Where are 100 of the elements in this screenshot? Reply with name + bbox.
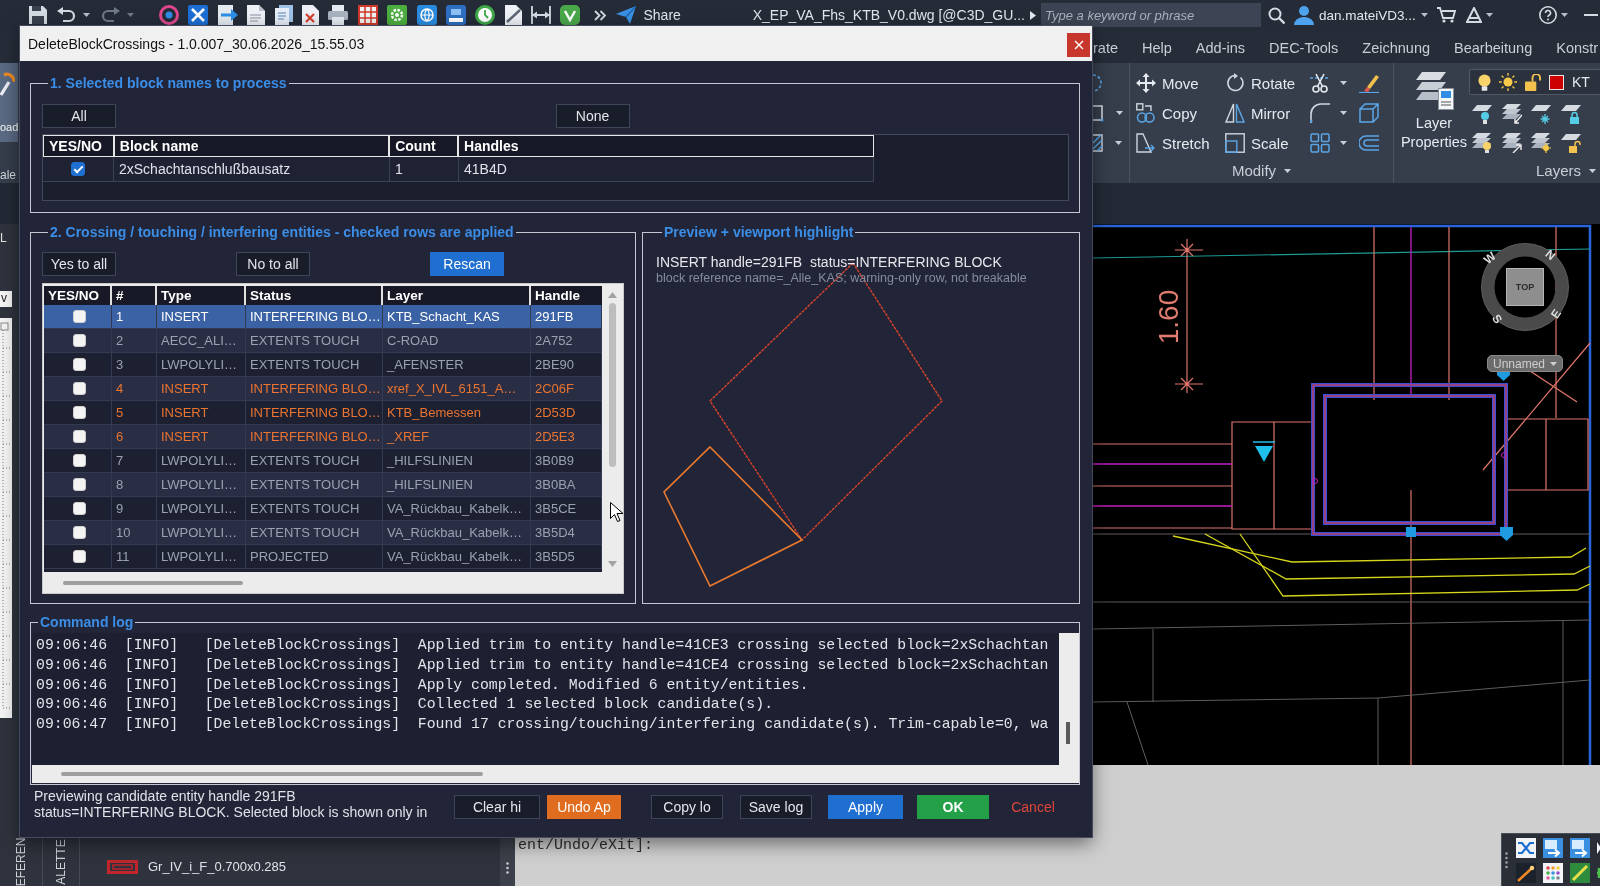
diagonal-tile-icon[interactable] <box>1570 862 1590 883</box>
layers-arrow-icon[interactable] <box>1501 104 1522 124</box>
no-to-all-button[interactable]: No to all <box>236 252 310 276</box>
redo-icon[interactable] <box>101 7 120 23</box>
table-row[interactable]: 10 LWPOLYLI… EXTENTS TOUCH VA_Rückbau_Kabelk… 3B5D4 <box>44 521 602 545</box>
grip-dots-icon[interactable] <box>506 862 509 874</box>
viewcube-face[interactable]: TOP <box>1506 268 1544 306</box>
scrollbar-thumb[interactable] <box>61 772 483 776</box>
layer-bulb-icon[interactable] <box>1472 104 1492 124</box>
table-row[interactable]: 5 INSERT INTERFERING BLO… KTB_Bemessen 2D53D <box>44 401 602 425</box>
ribbon-tab[interactable]: Help <box>1142 34 1172 63</box>
caret-icon[interactable] <box>1561 13 1568 17</box>
sheet-icon[interactable] <box>274 5 293 25</box>
tool-button[interactable]: Move <box>1136 73 1199 93</box>
ribbon-tab[interactable]: Bearbeitung <box>1454 34 1533 63</box>
import-arrow-icon[interactable] <box>217 5 238 25</box>
save-log-button[interactable]: Save log <box>740 795 812 819</box>
panel-title-button[interactable]: Layers <box>1535 162 1600 179</box>
table-row[interactable]: 9 LWPOLYLI… EXTENTS TOUCH VA_Rückbau_Kabelk… 3B5CE <box>44 497 602 521</box>
layer-snowflake-icon[interactable] <box>1531 104 1551 124</box>
table-row[interactable]: 2 AECC_ALI… EXTENTS TOUCH C-ROAD 2A752 <box>44 329 602 353</box>
grip-dots-icon[interactable] <box>1505 851 1508 869</box>
table-row[interactable]: 7 LWPOLYLI… EXTENTS TOUCH _HILFSLINIEN 3B0B9 <box>44 449 602 473</box>
layer-dropdown[interactable]: KT <box>1469 69 1600 95</box>
check-badge-icon[interactable] <box>560 5 581 25</box>
cart-icon[interactable] <box>1436 7 1456 23</box>
tool-button[interactable] <box>1359 135 1379 151</box>
search-field[interactable]: Type a keyword or phrase <box>1041 3 1261 27</box>
gear-icon[interactable] <box>387 5 408 25</box>
hatch-icon[interactable] <box>1093 133 1103 153</box>
ribbon-button[interactable]: oad <box>0 63 18 142</box>
tool-button[interactable]: Rotate <box>1225 73 1296 93</box>
tool-button[interactable]: Stretch <box>1136 133 1210 153</box>
select-all-button[interactable]: All <box>42 104 116 128</box>
double-chevron-icon[interactable] <box>594 9 607 21</box>
tool-button[interactable]: Mirror <box>1225 103 1291 123</box>
palette-item[interactable]: Gr_IV_i_F_0.700x0.285 <box>148 859 287 874</box>
scrollbar-thumb[interactable] <box>1066 722 1070 744</box>
checkbox[interactable] <box>71 162 85 176</box>
tool-button[interactable]: Copy <box>1136 103 1198 123</box>
ribbon-tab[interactable]: Add-ins <box>1195 34 1245 63</box>
caret-icon[interactable] <box>127 13 134 17</box>
panel-tile-icon[interactable] <box>445 5 466 25</box>
vertical-scrollbar[interactable] <box>1059 633 1079 783</box>
value-field[interactable]: v <box>0 291 12 307</box>
palette-tab[interactable]: EFEREN <box>14 837 28 886</box>
tool-button[interactable]: Scale <box>1225 133 1289 153</box>
horizontal-scrollbar[interactable] <box>32 765 1059 783</box>
document-cross-icon[interactable] <box>301 5 319 25</box>
ring-icon[interactable] <box>159 5 179 25</box>
dimension-icon[interactable] <box>531 6 552 24</box>
rectangle-icon[interactable] <box>1093 104 1104 122</box>
printer-icon[interactable] <box>328 5 349 25</box>
ruler-icon[interactable] <box>504 5 522 25</box>
tool-button[interactable] <box>1310 133 1347 153</box>
ribbon-tab[interactable]: Konstr <box>1556 34 1599 63</box>
compass-ring-icon[interactable] <box>1481 243 1569 331</box>
help-icon[interactable] <box>1539 6 1557 24</box>
table-row[interactable]: 11 LWPOLYLI… PROJECTED VA_Rückbau_Kabelk… 3B5D5 <box>44 545 602 569</box>
table-row[interactable]: 6 INSERT INTERFERING BLO… _XREF 2D5E3 <box>44 425 602 449</box>
tool-button[interactable] <box>1359 103 1379 123</box>
caret-icon[interactable] <box>83 13 90 17</box>
share-button[interactable]: Share <box>616 6 681 24</box>
layers-arrow-icon[interactable] <box>1501 133 1522 153</box>
clock-icon[interactable] <box>475 5 496 25</box>
layer-padlock-icon[interactable] <box>1560 133 1581 153</box>
copy-log-button[interactable]: Copy lo <box>651 795 723 819</box>
right-arrow-icon[interactable] <box>1030 10 1036 20</box>
panel-title-button[interactable]: Modify <box>1231 162 1292 179</box>
palette-tab[interactable]: ALETTE <box>54 838 68 885</box>
layers-bulb-icon[interactable] <box>1472 133 1492 153</box>
crossed-arrows-icon[interactable] <box>188 5 209 25</box>
clear-highlight-button[interactable]: Clear hi <box>454 795 540 819</box>
close-button[interactable] <box>1067 32 1090 57</box>
crossed-arrows-icon[interactable] <box>1516 837 1536 858</box>
table-row[interactable]: 8 LWPOLYLI… EXTENTS TOUCH _HILFSLINIEN 3B0BA <box>44 473 602 497</box>
search-icon[interactable] <box>1268 6 1285 24</box>
table-row[interactable]: 3 LWPOLYLI… EXTENTS TOUCH _AFENSTER 2BE90 <box>44 353 602 377</box>
select-none-button[interactable]: None <box>555 104 630 128</box>
document-icon[interactable] <box>247 5 266 25</box>
tool-button[interactable] <box>1359 73 1379 93</box>
undo-icon[interactable] <box>57 7 76 23</box>
layers-sun-icon[interactable] <box>1531 133 1551 153</box>
column-header[interactable]: Handle <box>531 286 602 305</box>
tool-button[interactable] <box>1310 73 1347 93</box>
globe-icon[interactable] <box>416 5 437 25</box>
color-dots-icon[interactable] <box>1543 862 1563 883</box>
ribbon-tab[interactable]: DEC-Tools <box>1269 34 1339 63</box>
comet-icon[interactable] <box>1516 862 1536 883</box>
save-icon[interactable] <box>29 6 47 24</box>
ribbon-tab[interactable]: Zeichnung <box>1362 34 1430 63</box>
table-grid-icon[interactable] <box>357 5 378 25</box>
tool-button[interactable] <box>1310 103 1347 123</box>
caret-icon[interactable] <box>1485 13 1493 17</box>
layer-lock-icon[interactable] <box>1560 104 1581 124</box>
scrollbar-thumb[interactable] <box>63 580 243 585</box>
account-button[interactable]: dan.mateiVD3... <box>1294 5 1428 25</box>
table-row[interactable]: 1 INSERT INTERFERING BLO… KTB_Schacht_KAS 291FB <box>44 305 602 329</box>
apply-button[interactable]: Apply <box>828 795 903 819</box>
scrollbar-thumb[interactable] <box>609 303 616 467</box>
